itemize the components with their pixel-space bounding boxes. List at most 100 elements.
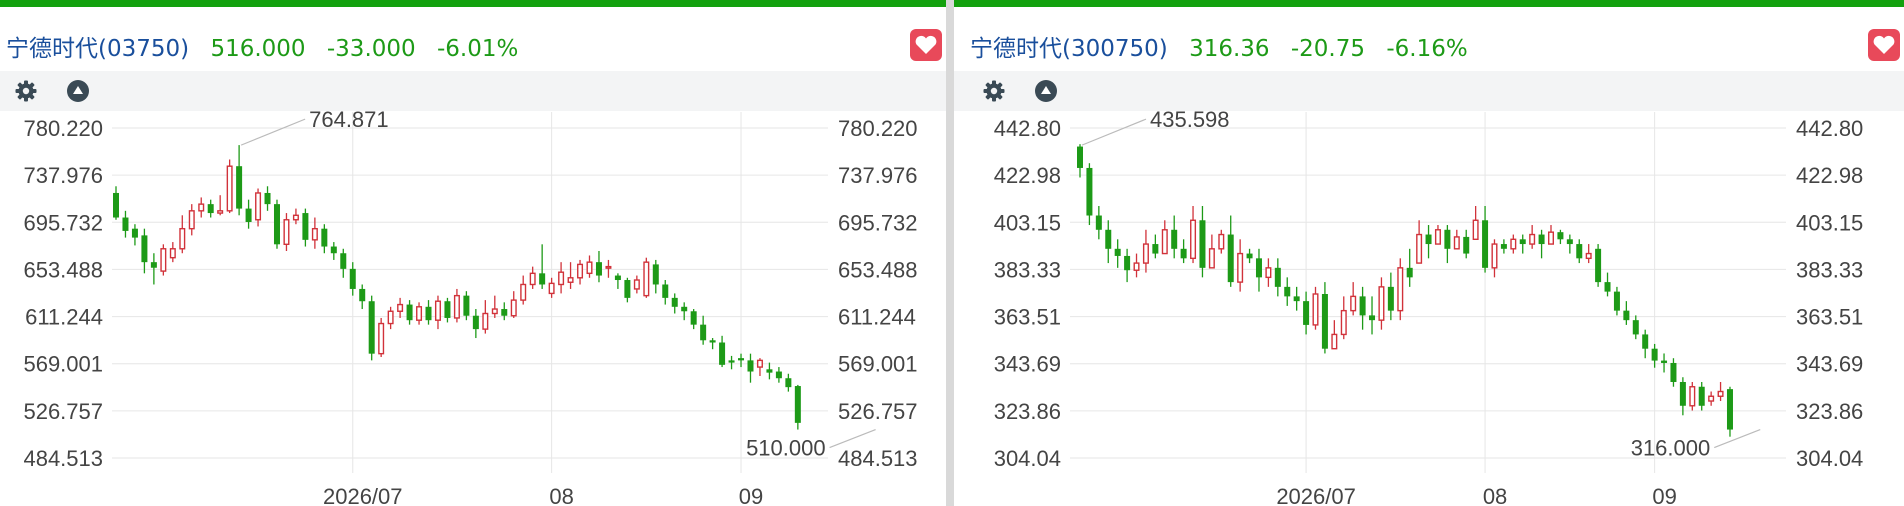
candle-body-up <box>378 322 385 355</box>
left-quote-panel: 宁德时代(03750) 516.000 -33.000 -6.01% 780.2… <box>0 0 946 506</box>
candle-body-up <box>605 265 612 269</box>
candle-body-down <box>1227 234 1234 283</box>
candle-body-down <box>785 378 792 388</box>
candle-body-up <box>1510 238 1517 250</box>
candle-body-up <box>1331 333 1338 350</box>
candle-body-down <box>1604 282 1611 292</box>
candle-body-up <box>1717 390 1724 397</box>
candle-body-down <box>1199 220 1206 268</box>
candle-body-down <box>131 228 138 238</box>
y-tick-label-left: 569.001 <box>23 352 103 377</box>
candle-body-up <box>1416 233 1423 264</box>
stock-change: -20.75 <box>1290 36 1366 62</box>
quote-header: 宁德时代(300750) 316.36 -20.75 -6.16% <box>954 7 1904 71</box>
candle-body-down <box>1086 167 1093 216</box>
y-tick-label-right: 403.15 <box>1796 210 1863 235</box>
y-tick-label-right: 304.04 <box>1796 446 1863 471</box>
candle-body-down <box>719 342 726 365</box>
candle-body-up <box>1453 236 1460 250</box>
candle-body-down <box>122 217 129 231</box>
candle-body-up <box>217 210 224 214</box>
candle-body-down <box>463 295 470 316</box>
candle-body-up <box>1529 233 1536 245</box>
candle-body-up <box>1689 386 1696 407</box>
stock-price: 316.36 <box>1189 36 1270 62</box>
y-tick-label-left: 343.69 <box>994 352 1061 377</box>
candle-body-down <box>1321 293 1328 349</box>
heart-icon[interactable] <box>910 29 942 61</box>
candle-body-down <box>1444 229 1451 249</box>
y-tick-label-right: 383.33 <box>1796 257 1863 282</box>
gear-icon[interactable] <box>14 79 38 103</box>
candle-body-up <box>434 300 441 321</box>
y-tick-label-left: 442.80 <box>994 116 1061 141</box>
candle-body-down <box>150 262 157 268</box>
candle-body-up <box>387 310 394 325</box>
candle-body-down <box>1293 296 1300 302</box>
candle-body-down <box>614 275 621 281</box>
candle-body-up <box>1237 252 1244 283</box>
candle-body-up <box>1312 293 1319 326</box>
candle-body-down <box>1105 229 1112 249</box>
candle-body-down <box>1095 215 1102 230</box>
candle-body-up <box>1378 286 1385 321</box>
y-tick-label-left: 653.488 <box>23 257 103 282</box>
stock-name[interactable]: 宁德时代(03750) <box>6 36 189 62</box>
stock-change-pct: -6.01% <box>436 36 519 62</box>
y-tick-label-right: 611.244 <box>838 305 916 330</box>
candle-body-down <box>775 371 782 379</box>
candle-body-up <box>169 248 176 259</box>
y-tick-label-right: 526.757 <box>838 399 918 424</box>
candle-body-up <box>1142 243 1149 264</box>
candle-body-up <box>1190 219 1197 260</box>
candle-body-down <box>681 306 688 312</box>
candle-body-down <box>1576 244 1583 259</box>
candle-body-up <box>1434 229 1441 245</box>
candle-body-up <box>1708 395 1715 402</box>
candle-body-up <box>529 272 536 286</box>
y-tick-label-left: 363.51 <box>994 305 1061 330</box>
candle-body-down <box>1500 244 1507 249</box>
heart-icon[interactable] <box>1868 29 1900 61</box>
triangle-up-icon[interactable] <box>1034 79 1058 103</box>
candlestick-chart[interactable]: 442.80 442.80 422.98 422.98 403.15 403.15 383.… <box>954 111 1904 506</box>
candle-body-down <box>1180 248 1187 259</box>
y-tick-label-right: 569.001 <box>838 352 918 377</box>
candlestick-chart[interactable]: 780.220 780.220 737.976 737.976 695.732 695.7… <box>0 111 946 506</box>
candle-body-down <box>141 235 148 263</box>
quote-title: 宁德时代(300750) 316.36 -20.75 -6.16% <box>970 29 1482 63</box>
candle-body-up <box>311 227 318 241</box>
panel-accent-bar <box>0 0 946 7</box>
stock-name[interactable]: 宁德时代(300750) <box>970 36 1168 62</box>
candle-body-up <box>548 282 555 295</box>
candle-body-up <box>482 312 489 330</box>
candle-body-down <box>671 297 678 307</box>
candle-body-down <box>113 192 119 218</box>
y-tick-label-left: 737.976 <box>23 163 103 188</box>
candle-body-up <box>1340 309 1347 336</box>
annotation-leader <box>240 118 306 146</box>
candle-body-up <box>397 303 404 312</box>
candle-body-down <box>1623 310 1630 321</box>
triangle-up-icon[interactable] <box>66 79 90 103</box>
y-tick-label-left: 611.244 <box>25 305 103 330</box>
candle-body-down <box>1387 286 1394 311</box>
candle-body-up <box>1161 229 1168 255</box>
candle-body-down <box>1566 239 1573 245</box>
candle-body-up <box>188 210 195 230</box>
candle-body-up <box>520 283 527 301</box>
candle-body-down <box>1482 220 1489 268</box>
candle-body-down <box>1114 248 1121 256</box>
gear-icon[interactable] <box>982 79 1006 103</box>
annotation-label: 510.000 <box>746 436 826 461</box>
panel-divider[interactable] <box>946 0 954 506</box>
candle-body-down <box>1670 362 1677 382</box>
candle-body-down <box>1284 286 1291 297</box>
candle-body-up <box>510 299 517 317</box>
y-tick-label-left: 383.33 <box>994 257 1061 282</box>
candle-body-down <box>321 228 328 247</box>
candle-body-down <box>1632 320 1639 335</box>
candle-body-down <box>1303 301 1310 325</box>
candle-body-down <box>207 204 214 214</box>
candle-body-up <box>160 248 167 272</box>
